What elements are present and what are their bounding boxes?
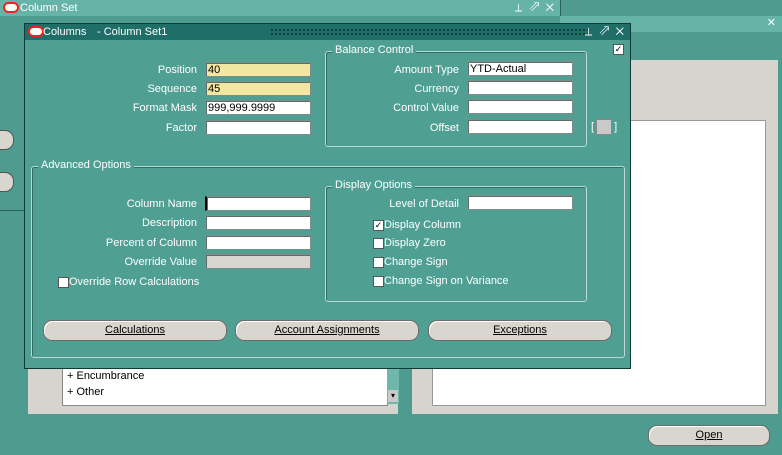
oracle-logo-icon	[28, 26, 44, 37]
window-controls[interactable]: ⟂ ⇗ ✕	[585, 24, 626, 40]
record-indicator-checkbox[interactable]: ✓	[613, 44, 624, 55]
oracle-logo-icon	[3, 2, 19, 13]
position-label: Position	[157, 64, 197, 76]
column-name-label: Column Name	[126, 198, 197, 210]
offset-field[interactable]	[467, 119, 573, 134]
control-value-label: Control Value	[393, 102, 459, 114]
titlebar-grip	[270, 28, 590, 36]
column-set-title: Column Set	[20, 2, 78, 14]
hidden-button-2[interactable]	[0, 172, 14, 192]
offset-label: Offset	[429, 122, 459, 134]
currency-label: Currency	[414, 83, 459, 95]
factor-field[interactable]	[205, 120, 311, 135]
format-mask-label: Format Mask	[132, 102, 197, 114]
open-button[interactable]: Open	[648, 425, 770, 446]
exceptions-button[interactable]: Exceptions	[428, 320, 612, 341]
columns-window: Columns - Column Set1 ⟂ ⇗ ✕ ✓ Position 4…	[24, 23, 631, 369]
scroll-down-icon[interactable]: ▾	[388, 390, 398, 402]
amount-type-field[interactable]: YTD-Actual	[467, 61, 573, 76]
description-field[interactable]	[205, 215, 311, 230]
column-set-titlebar: Column Set ⟂ ⇗ ✕	[0, 0, 560, 16]
balance-control-legend: Balance Control	[332, 44, 417, 56]
override-row-calculations-checkbox[interactable]	[58, 277, 69, 288]
override-value-label: Override Value	[124, 256, 197, 268]
control-value-field[interactable]	[467, 99, 573, 114]
display-column-checkbox[interactable]: ✓	[373, 220, 384, 231]
level-of-detail-field[interactable]	[467, 195, 573, 210]
flexfield-bracket-icon[interactable]: []	[591, 119, 619, 136]
percent-of-column-field[interactable]	[205, 235, 311, 250]
tree-list: + Encumbrance + Other	[62, 366, 388, 406]
right-close-icon[interactable]: ✕	[767, 16, 778, 29]
amount-type-label: Amount Type	[394, 64, 459, 76]
columns-titlebar: Columns - Column Set1 ⟂ ⇗ ✕	[25, 24, 630, 40]
display-zero-checkbox[interactable]	[373, 238, 384, 249]
percent-of-column-label: Percent of Column	[105, 237, 197, 249]
tree-scrollbar[interactable]: ▾	[387, 366, 399, 404]
column-name-field[interactable]	[205, 196, 311, 211]
change-sign-variance-label[interactable]: Change Sign on Variance	[384, 274, 509, 288]
format-mask-field[interactable]: 999,999.9999	[205, 100, 311, 115]
account-assignments-button[interactable]: Account Assignments	[235, 320, 419, 341]
position-field[interactable]: 40	[205, 62, 311, 77]
level-of-detail-label: Level of Detail	[389, 198, 459, 210]
hidden-button-1[interactable]	[0, 130, 14, 150]
columns-title-app: Columns	[43, 26, 87, 38]
columns-title-doc: - Column Set1	[97, 26, 168, 38]
factor-label: Factor	[165, 122, 197, 134]
calculations-button[interactable]: Calculations	[43, 320, 227, 341]
override-row-calculations-label[interactable]: Override Row Calculations	[69, 275, 199, 289]
display-column-label[interactable]: Display Column	[384, 218, 461, 232]
window-controls[interactable]: ⟂ ⇗ ✕	[515, 0, 556, 16]
description-label: Description	[141, 217, 197, 229]
change-sign-variance-checkbox[interactable]	[373, 276, 384, 287]
tree-item-other[interactable]: + Other	[67, 385, 104, 399]
sequence-field[interactable]: 45	[205, 81, 311, 96]
currency-field[interactable]	[467, 80, 573, 95]
tree-item-encumbrance[interactable]: + Encumbrance	[67, 369, 144, 383]
display-options-legend: Display Options	[332, 179, 416, 191]
sequence-label: Sequence	[147, 83, 197, 95]
advanced-options-legend: Advanced Options	[38, 159, 134, 171]
override-value-field	[205, 254, 311, 269]
display-zero-label[interactable]: Display Zero	[384, 236, 446, 250]
change-sign-label[interactable]: Change Sign	[384, 255, 448, 269]
change-sign-checkbox[interactable]	[373, 257, 384, 268]
